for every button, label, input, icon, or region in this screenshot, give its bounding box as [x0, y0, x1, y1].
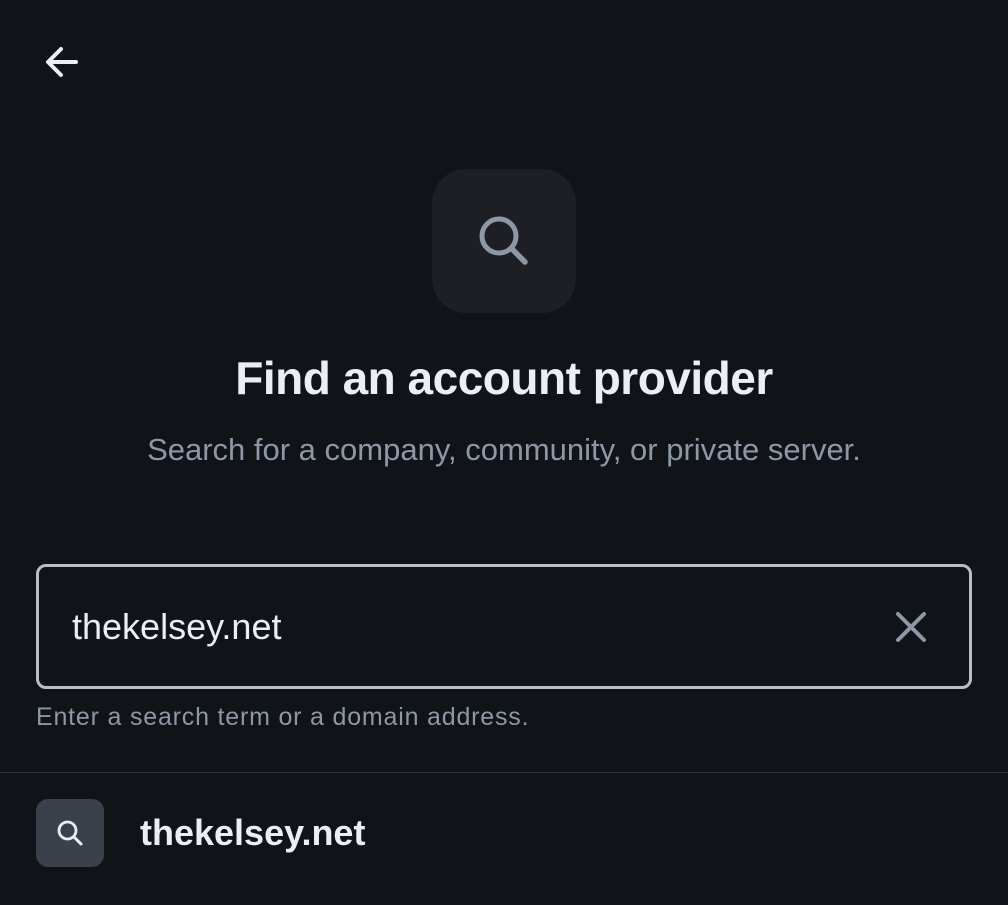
result-label: thekelsey.net	[140, 812, 366, 853]
result-icon-tile	[36, 799, 104, 867]
close-icon	[896, 612, 926, 642]
search-field	[36, 564, 972, 689]
search-input[interactable]	[72, 567, 862, 686]
search-icon	[479, 216, 528, 265]
back-button[interactable]	[36, 36, 88, 88]
page-title: Find an account provider	[235, 352, 773, 404]
search-icon	[57, 820, 83, 846]
search-helper-text: Enter a search term or a domain address.	[36, 703, 530, 731]
arrow-left-icon	[46, 47, 78, 77]
page-subtitle: Search for a company, community, or priv…	[147, 432, 861, 467]
search-result-item[interactable]: thekelsey.net	[0, 773, 1008, 893]
hero-icon-tile	[432, 169, 576, 313]
clear-search-button[interactable]	[879, 595, 943, 659]
